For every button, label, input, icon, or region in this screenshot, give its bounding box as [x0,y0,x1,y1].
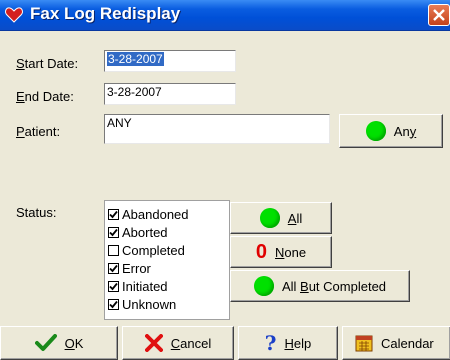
patient-label: Patient: [16,124,61,139]
status-option-aborted[interactable]: Aborted [108,223,168,241]
title-bar[interactable]: Fax Log Redisplay [0,0,450,31]
select-all-button[interactable]: All [230,202,332,234]
select-none-button[interactable]: 0 None [230,236,332,268]
start-date-value: 3-28-2007 [107,52,164,66]
start-date-input[interactable]: 3-28-2007 [104,50,236,72]
status-option-error[interactable]: Error [108,259,151,277]
green-dot-icon [253,276,274,296]
status-checklist[interactable]: Abandoned Aborted Completed Error Initia… [104,200,230,320]
calendar-button[interactable]: Calendar [342,326,450,360]
status-option-label: Initiated [122,278,168,294]
start-date-label: Start Date: [16,56,79,71]
checkmark-icon [34,334,57,351]
check-icon [109,282,118,290]
ok-button[interactable]: OK [0,326,118,360]
status-option-unknown[interactable]: Unknown [108,295,176,313]
ok-label: OK [64,335,84,351]
close-button[interactable] [428,4,450,26]
cancel-button[interactable]: Cancel [122,326,234,360]
calendar-label: Calendar [381,335,434,351]
checkbox-error[interactable] [108,262,119,274]
window-title: Fax Log Redisplay [30,4,181,23]
status-option-abandoned[interactable]: Abandoned [108,205,189,223]
red-x-icon [144,334,163,352]
check-icon [109,210,118,218]
patient-value: ANY [107,116,132,130]
check-icon [109,228,118,236]
status-option-label: Error [122,260,151,276]
checkbox-aborted[interactable] [108,226,119,238]
all-but-completed-button[interactable]: All But Completed [230,270,410,302]
select-all-label: All [287,210,303,226]
patient-input[interactable]: ANY [104,114,330,144]
any-patient-button[interactable]: Any [339,114,443,148]
cancel-label: Cancel [170,335,212,351]
status-label: Status: [16,205,57,220]
status-option-label: Unknown [122,296,177,312]
checkbox-initiated[interactable] [108,280,119,292]
red-zero-icon: 0 [255,241,268,263]
status-option-initiated[interactable]: Initiated [108,277,168,295]
green-dot-icon [365,121,386,141]
all-but-completed-label: All But Completed [281,278,387,294]
check-icon [109,300,118,308]
end-date-value: 3-28-2007 [107,85,162,99]
end-date-input[interactable]: 3-28-2007 [104,83,236,105]
calendar-icon [355,335,373,352]
status-option-completed[interactable]: Completed [108,241,185,259]
checkbox-completed[interactable] [108,244,119,256]
checkbox-unknown[interactable] [108,298,119,310]
status-option-label: Abandoned [122,206,189,222]
help-label: Help [284,335,312,351]
green-dot-icon [259,208,280,228]
question-mark-icon: ? [264,331,277,355]
check-icon [109,264,118,272]
status-option-label: Completed [122,242,185,258]
heart-icon [5,7,23,23]
end-date-label: End Date: [16,89,74,104]
checkbox-abandoned[interactable] [108,208,119,220]
any-button-label: Any [393,123,417,139]
help-button[interactable]: ? Help [238,326,338,360]
close-icon [433,9,445,21]
select-none-label: None [275,244,307,260]
status-option-label: Aborted [122,224,168,240]
